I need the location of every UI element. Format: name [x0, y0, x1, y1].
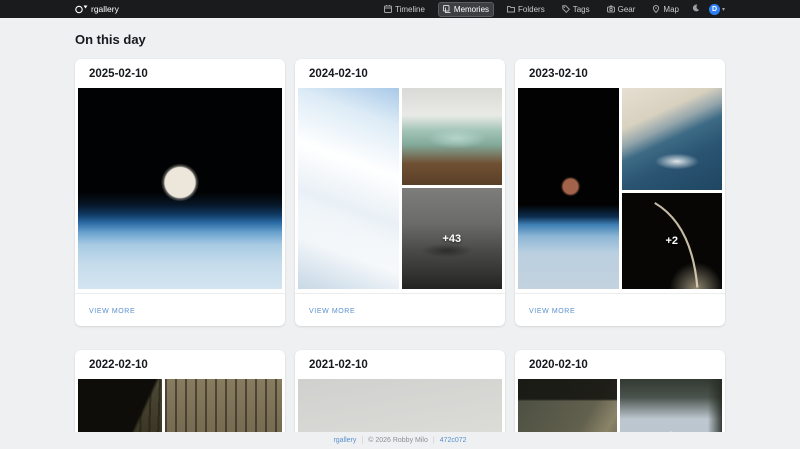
photo-thumbnail[interactable]: +43: [402, 188, 503, 289]
memory-photos: +2: [515, 88, 725, 289]
nav-item-tags[interactable]: Tags: [558, 3, 594, 16]
memory-date: 2021-02-10: [295, 350, 505, 379]
page-footer: rgallery | © 2026 Robby Milo | 472c072: [0, 432, 800, 449]
view-more-link[interactable]: VIEW MORE: [89, 308, 135, 315]
photo-thumbnail[interactable]: [518, 88, 619, 289]
memory-card: 2023-02-10 +2 VIEW MORE: [515, 59, 725, 326]
map-pin-icon: [652, 5, 660, 13]
nav-item-label: Folders: [518, 5, 545, 14]
more-count-overlay: +2: [622, 193, 723, 290]
user-menu[interactable]: D ▾: [709, 4, 725, 15]
footer-separator: |: [433, 437, 435, 444]
memory-date: 2022-02-10: [75, 350, 285, 379]
camera-icon: [607, 5, 615, 13]
nav-item-label: Gear: [618, 5, 636, 14]
footer-brand-link[interactable]: rgallery: [333, 437, 356, 444]
chevron-down-icon: ▾: [722, 6, 725, 13]
memory-date: 2023-02-10: [515, 59, 725, 88]
nav-item-label: Memories: [454, 5, 489, 14]
nav-item-memories[interactable]: Memories: [438, 2, 494, 17]
main-content: On this day 2025-02-10 VIEW MORE 2024-02…: [0, 32, 800, 449]
footer-version-link[interactable]: 472c072: [440, 437, 467, 444]
card-footer: VIEW MORE: [515, 293, 725, 326]
rgallery-logo-icon: [75, 4, 88, 14]
memory-photos: [75, 88, 285, 289]
footer-copyright: © 2026 Robby Milo: [368, 437, 428, 444]
photo-column: +2: [622, 88, 723, 289]
nav-item-label: Map: [663, 5, 679, 14]
nav-item-timeline[interactable]: Timeline: [380, 3, 429, 16]
nav-item-label: Timeline: [395, 5, 425, 14]
nav-menu: Timeline Memories Folders Tags Gear: [380, 2, 725, 17]
card-footer: VIEW MORE: [75, 293, 285, 326]
brand-label: rgallery: [91, 4, 119, 14]
memory-card: 2024-02-10 +43 VIEW MORE: [295, 59, 505, 326]
nav-item-gear[interactable]: Gear: [603, 3, 640, 16]
photo-thumbnail[interactable]: [622, 88, 723, 190]
photo-thumbnail[interactable]: [78, 88, 282, 289]
photo-thumbnail[interactable]: +2: [622, 193, 723, 290]
card-footer: VIEW MORE: [295, 293, 505, 326]
view-more-link[interactable]: VIEW MORE: [529, 308, 575, 315]
photo-thumbnail[interactable]: [402, 88, 503, 185]
memory-date: 2024-02-10: [295, 59, 505, 88]
page-title: On this day: [75, 32, 725, 47]
memory-date: 2025-02-10: [75, 59, 285, 88]
memory-date: 2020-02-10: [515, 350, 725, 379]
folder-icon: [507, 5, 515, 13]
nav-item-map[interactable]: Map: [648, 3, 683, 16]
memories-icon: [443, 5, 451, 13]
timeline-icon: [384, 5, 392, 13]
footer-separator: |: [361, 437, 363, 444]
photo-thumbnail[interactable]: [298, 88, 399, 289]
top-nav: rgallery Timeline Memories Folders Tags: [0, 0, 800, 18]
rgallery-logo[interactable]: rgallery: [75, 4, 119, 14]
tag-icon: [562, 5, 570, 13]
memory-card: 2025-02-10 VIEW MORE: [75, 59, 285, 326]
memories-grid: 2025-02-10 VIEW MORE 2024-02-10 +43: [75, 59, 725, 449]
nav-item-folders[interactable]: Folders: [503, 3, 549, 16]
photo-column: +43: [402, 88, 503, 289]
avatar[interactable]: D: [709, 4, 720, 15]
memory-photos: +43: [295, 88, 505, 289]
view-more-link[interactable]: VIEW MORE: [309, 308, 355, 315]
more-count-overlay: +43: [402, 188, 503, 289]
theme-toggle-moon-icon[interactable]: [692, 4, 700, 14]
nav-item-label: Tags: [573, 5, 590, 14]
